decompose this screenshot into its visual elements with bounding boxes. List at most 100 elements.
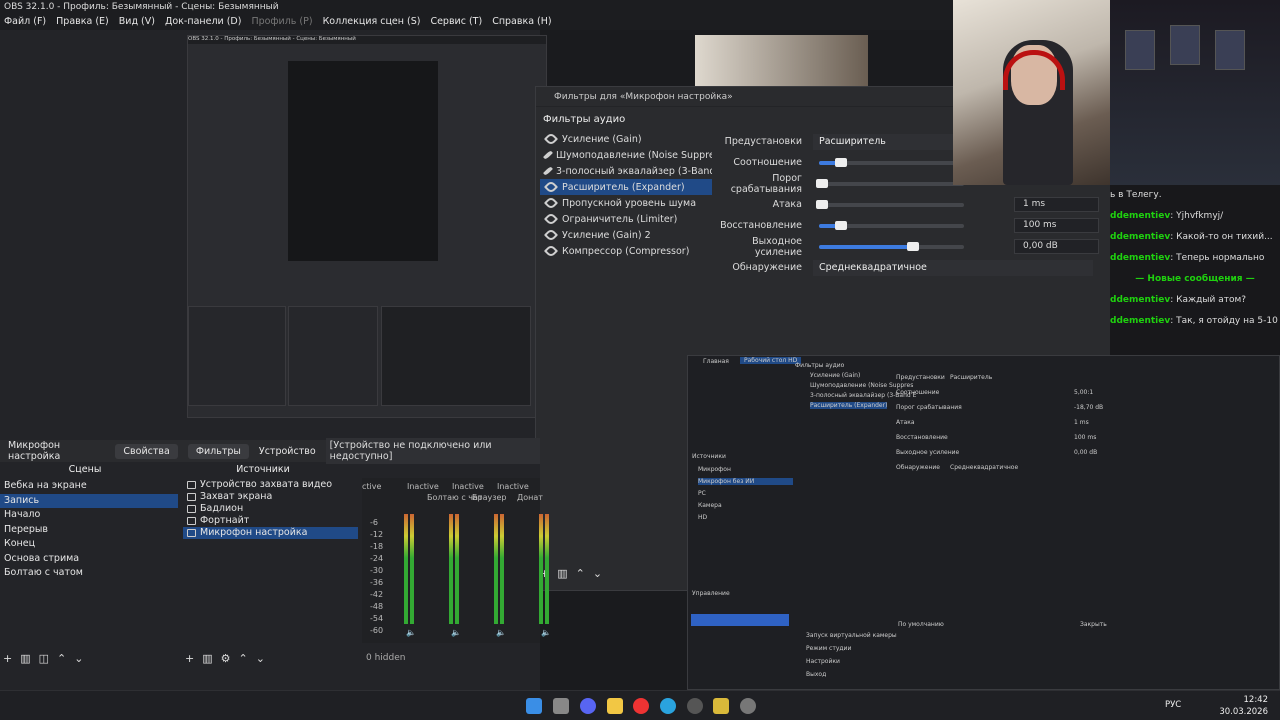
source-item[interactable]: Бадлион: [183, 503, 358, 515]
obs-icon[interactable]: [687, 698, 703, 714]
close-button[interactable]: Закрыть: [1080, 621, 1107, 628]
detection-dropdown[interactable]: Среднеквадратичное: [950, 464, 1018, 471]
chat-username[interactable]: ddementiev: [1110, 211, 1170, 221]
source-item[interactable]: Устройство захвата видео: [183, 479, 358, 491]
down-icon[interactable]: ⌄: [74, 652, 83, 665]
speaker-icon[interactable]: 🔈: [496, 628, 506, 637]
filters-button[interactable]: Фильтры: [187, 443, 249, 459]
filter-item[interactable]: Усиление (Gain): [810, 372, 860, 379]
filter-item[interactable]: 3-полосный эквалайзер (3-Band Equ: [540, 163, 712, 179]
tab-desktop-hd[interactable]: Рабочий стол HD: [740, 357, 802, 364]
source-item[interactable]: Микрофон настройка: [183, 527, 358, 539]
filter-item[interactable]: Шумоподавление (Noise Suppressio: [540, 147, 712, 163]
eye-icon[interactable]: [543, 131, 559, 147]
eye-icon[interactable]: [543, 166, 553, 176]
folder-icon[interactable]: [607, 698, 623, 714]
eye-icon[interactable]: [543, 179, 559, 195]
defaults-button[interactable]: По умолчанию: [898, 621, 944, 628]
menu-edit[interactable]: Правка (E): [56, 14, 109, 30]
yandex-browser-icon[interactable]: [633, 698, 649, 714]
discord-icon[interactable]: [580, 698, 596, 714]
down-icon[interactable]: ⌄: [593, 567, 602, 580]
app-icon[interactable]: [713, 698, 729, 714]
scene-item[interactable]: Вебка на экране: [0, 479, 178, 494]
control-button[interactable]: Запуск виртуальной камеры: [806, 632, 897, 639]
filter-icon[interactable]: ◫: [39, 652, 49, 665]
menu-docks[interactable]: Док-панели (D): [165, 14, 241, 30]
calculator-icon[interactable]: [553, 698, 569, 714]
output-gain-slider[interactable]: [819, 241, 964, 251]
filter-item[interactable]: Компрессор (Compressor): [540, 243, 712, 259]
up-icon[interactable]: ⌃: [576, 567, 585, 580]
source-item[interactable]: Микрофон: [698, 466, 731, 473]
presets-dropdown[interactable]: Расширитель: [950, 374, 992, 381]
attack-slider[interactable]: [815, 199, 964, 209]
filter-item[interactable]: Усиление (Gain): [540, 131, 712, 147]
trash-icon[interactable]: ▥: [20, 652, 30, 665]
scene-item[interactable]: Основа стрима: [0, 552, 178, 567]
scene-item[interactable]: Перерыв: [0, 523, 178, 538]
chat-username[interactable]: ddementiev: [1110, 316, 1170, 326]
menu-scene-collection[interactable]: Коллекция сцен (S): [323, 14, 421, 30]
filter-item-selected[interactable]: Расширитель (Expander): [540, 179, 712, 195]
telegram-icon[interactable]: [660, 698, 676, 714]
tab-main[interactable]: Главная: [703, 358, 729, 365]
filter-item[interactable]: Шумоподавление (Noise Suppres: [810, 382, 913, 389]
spinbox[interactable]: 100 ms: [1074, 434, 1096, 441]
spinbox[interactable]: 0,00 dB: [1074, 449, 1097, 456]
gear-icon[interactable]: ⚙: [221, 652, 231, 665]
control-button[interactable]: Режим студии: [806, 645, 851, 652]
menu-help[interactable]: Справка (H): [492, 14, 551, 30]
eye-icon[interactable]: [543, 195, 559, 211]
attack-spinbox[interactable]: 1 ms: [1014, 197, 1099, 212]
eye-icon[interactable]: [543, 243, 559, 259]
speaker-icon[interactable]: 🔈: [541, 628, 551, 637]
filter-item[interactable]: Пропускной уровень шума: [540, 195, 712, 211]
filter-item[interactable]: Расширитель (Expander): [810, 402, 888, 409]
language-indicator[interactable]: РУС: [1165, 700, 1181, 710]
eye-icon[interactable]: [543, 227, 559, 243]
scene-item[interactable]: Начало: [0, 508, 178, 523]
scene-item[interactable]: Болтаю с чатом: [0, 566, 178, 581]
chat-username[interactable]: ddementiev: [1110, 232, 1170, 242]
speaker-icon[interactable]: 🔈: [406, 628, 416, 637]
control-button[interactable]: Выход: [806, 671, 826, 678]
release-spinbox[interactable]: 100 ms: [1014, 218, 1099, 233]
ratio-slider[interactable]: [819, 157, 964, 167]
chat-username[interactable]: ddementiev: [1110, 253, 1170, 263]
source-item[interactable]: Фортнайт: [183, 515, 358, 527]
device-dropdown[interactable]: [Устройство не подключено или недоступно…: [325, 438, 540, 464]
source-item[interactable]: PC: [698, 490, 706, 497]
trash-icon[interactable]: ▥: [557, 567, 567, 580]
settings-icon[interactable]: [740, 698, 756, 714]
scene-item[interactable]: Конец: [0, 537, 178, 552]
source-item[interactable]: Микрофон без ИИ: [698, 478, 793, 485]
detection-dropdown[interactable]: Среднеквадратичное: [813, 259, 1093, 276]
control-button[interactable]: Настройки: [806, 658, 840, 665]
eye-icon[interactable]: [543, 150, 553, 160]
eye-icon[interactable]: [543, 211, 559, 227]
start-stream-button[interactable]: [691, 614, 789, 626]
release-slider[interactable]: [819, 220, 964, 230]
output-gain-spinbox[interactable]: 0,00 dB: [1014, 239, 1099, 254]
scene-item[interactable]: Запись: [0, 493, 178, 508]
spinbox[interactable]: -18,70 dB: [1074, 404, 1103, 411]
add-icon[interactable]: +: [185, 652, 194, 665]
menu-profile[interactable]: Профиль (P): [251, 14, 312, 30]
up-icon[interactable]: ⌃: [57, 652, 66, 665]
filter-item[interactable]: Усиление (Gain) 2: [540, 227, 712, 243]
source-item[interactable]: HD: [698, 514, 707, 521]
add-icon[interactable]: +: [3, 652, 12, 665]
windows-start-icon[interactable]: [526, 698, 542, 714]
properties-button[interactable]: Свойства: [115, 443, 178, 459]
menu-view[interactable]: Вид (V): [119, 14, 155, 30]
source-item[interactable]: Захват экрана: [183, 491, 358, 503]
spinbox[interactable]: 1 ms: [1074, 419, 1089, 426]
trash-icon[interactable]: ▥: [202, 652, 212, 665]
speaker-icon[interactable]: 🔈: [451, 628, 461, 637]
clock[interactable]: 12:42 30.03.2026: [1219, 694, 1268, 718]
source-item[interactable]: Камера: [698, 502, 722, 509]
down-icon[interactable]: ⌄: [256, 652, 265, 665]
threshold-slider[interactable]: [815, 178, 964, 188]
spinbox[interactable]: 5,00:1: [1074, 389, 1093, 396]
